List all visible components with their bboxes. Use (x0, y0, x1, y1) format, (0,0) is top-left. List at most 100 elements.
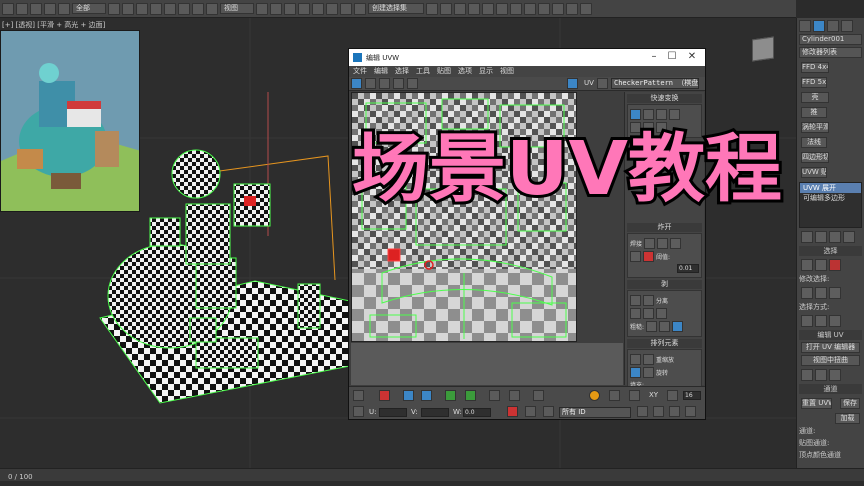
rescale-checkbox[interactable] (643, 354, 654, 365)
show-map-icon[interactable] (567, 78, 578, 89)
lock-selection-icon[interactable] (629, 390, 640, 401)
planar-angle-icon[interactable] (829, 315, 841, 327)
save-uv-button[interactable]: 保存 (839, 398, 860, 409)
rect-selection-icon[interactable] (136, 2, 148, 15)
auto-pin-icon[interactable] (672, 321, 684, 332)
unpin-icon[interactable] (659, 321, 671, 332)
stack-item-unwrap-uvw[interactable]: UVW 展开 (800, 183, 861, 193)
quad-chamfer-button[interactable]: 四边形切角 (801, 152, 829, 163)
menu-file[interactable]: 文件 (353, 66, 367, 77)
scale-tool-icon[interactable] (379, 78, 390, 89)
material-editor-icon[interactable] (524, 2, 536, 15)
select-move-icon[interactable] (164, 2, 176, 15)
edge-mode-icon[interactable] (815, 259, 827, 271)
zoom-region-icon[interactable] (669, 406, 680, 417)
view-align-button[interactable]: 视图中扭曲 (801, 355, 860, 366)
rotate-tool-icon[interactable] (365, 78, 376, 89)
scene-explorer-icon[interactable] (454, 2, 466, 15)
tweak-in-view-icon[interactable] (801, 369, 813, 381)
absolute-mode-icon[interactable] (353, 406, 364, 417)
vertex-color-radio[interactable]: 顶点颜色通道 (799, 450, 862, 460)
teapot-render-icon[interactable] (580, 2, 592, 15)
layer-explorer-icon[interactable] (468, 2, 480, 15)
xy-label[interactable]: XY (649, 391, 658, 399)
menu-tools[interactable]: 工具 (416, 66, 430, 77)
stitch-target-icon[interactable] (657, 238, 669, 249)
pin-stack-icon[interactable] (801, 231, 813, 243)
bind-spacewarp-icon[interactable] (58, 2, 70, 15)
keyboard-shortcut-icon[interactable] (284, 2, 296, 15)
track-bar[interactable] (0, 481, 864, 486)
uv-display-icon[interactable] (597, 78, 608, 89)
quick-peel-icon[interactable] (815, 369, 827, 381)
pin-icon[interactable] (646, 321, 658, 332)
uvw-titlebar[interactable]: 编辑 UVW – ☐ ✕ (349, 49, 705, 66)
id-filter-dropdown[interactable]: 所有 ID (559, 407, 631, 418)
move-tool-icon[interactable] (351, 78, 362, 89)
zoom-icon[interactable] (653, 406, 664, 417)
select-by-name-icon[interactable] (122, 2, 134, 15)
pack-icon[interactable] (630, 354, 641, 365)
turbosmooth-button[interactable]: 涡轮平滑 (801, 122, 829, 133)
u-spinner[interactable] (379, 408, 407, 417)
open-uv-editor-button[interactable]: 打开 UV 编辑器 (801, 342, 860, 353)
loop-icon[interactable] (445, 390, 456, 401)
time-slider-label[interactable]: 0 / 100 (8, 473, 33, 481)
select-by-element-icon[interactable] (801, 315, 813, 327)
undo-peel-icon[interactable] (656, 308, 667, 319)
spinner-snap-icon[interactable] (340, 2, 352, 15)
mirror-icon[interactable] (426, 2, 438, 15)
menu-display[interactable]: 显示 (479, 66, 493, 77)
window-crossing-icon[interactable] (150, 2, 162, 15)
grow-selection-icon[interactable] (801, 287, 813, 299)
menu-edit[interactable]: 编辑 (374, 66, 388, 77)
falloff-icon[interactable] (589, 390, 600, 401)
freeform-tool-icon[interactable] (393, 78, 404, 89)
link-icon[interactable] (30, 2, 42, 15)
mirror-tool-icon[interactable] (407, 78, 418, 89)
normal-button[interactable]: 法线 (801, 137, 827, 148)
render-icon[interactable] (566, 2, 578, 15)
minimize-icon[interactable]: – (647, 51, 661, 63)
reset-peel-icon[interactable] (643, 308, 654, 319)
weld-selected-icon[interactable] (643, 251, 654, 262)
stitch-head[interactable]: 炸开 (627, 223, 702, 232)
snap-toggle-icon[interactable] (298, 2, 310, 15)
make-unique-icon[interactable] (829, 231, 841, 243)
ring-icon[interactable] (465, 390, 476, 401)
named-selection-dropdown[interactable]: 创建选择集 (368, 3, 424, 14)
select-manipulate-icon[interactable] (270, 2, 282, 15)
edit-uv-rollout-head[interactable]: 编辑 UV (799, 330, 862, 340)
grow-select-icon[interactable] (421, 390, 432, 401)
vertex-mode-icon[interactable] (801, 259, 813, 271)
select-element-icon[interactable] (403, 390, 414, 401)
soft-select-icon[interactable] (533, 390, 544, 401)
push-button[interactable]: 推 (801, 107, 827, 118)
channel-rollout-head[interactable]: 通道 (799, 384, 862, 394)
menu-select[interactable]: 选择 (395, 66, 409, 77)
remove-modifier-icon[interactable] (843, 231, 855, 243)
shrink-edges-icon[interactable] (509, 390, 520, 401)
map-channel-radio[interactable]: 贴图通道: (799, 438, 862, 448)
stitch-average-icon[interactable] (670, 238, 682, 249)
select-object-icon[interactable] (108, 2, 120, 15)
select-polygon-icon[interactable] (379, 390, 390, 401)
texture-dropdown[interactable]: CheckerPattern （棋盘 (611, 78, 699, 89)
select-scale-icon[interactable] (192, 2, 204, 15)
curve-editor-icon[interactable] (496, 2, 508, 15)
close-icon[interactable]: ✕ (685, 51, 699, 63)
place-icon[interactable] (206, 2, 218, 15)
quick-planar-icon[interactable] (829, 369, 841, 381)
quick-peel-tool-icon[interactable] (630, 295, 641, 306)
unlink-icon[interactable] (44, 2, 56, 15)
selection-rollout-head[interactable]: 选择 (799, 246, 862, 256)
zoom-spinner[interactable]: 16 (683, 391, 701, 400)
angle-snap-icon[interactable] (312, 2, 324, 15)
timeline[interactable]: 0 / 100 (0, 468, 864, 486)
v-spinner[interactable] (421, 408, 449, 417)
modify-tab-icon[interactable] (813, 20, 825, 32)
pan-icon[interactable] (637, 406, 648, 417)
object-name-field[interactable]: Cylinder001 (799, 34, 862, 45)
uvw-map-button[interactable]: UVW 贴 (801, 167, 827, 178)
menu-options[interactable]: 选项 (458, 66, 472, 77)
